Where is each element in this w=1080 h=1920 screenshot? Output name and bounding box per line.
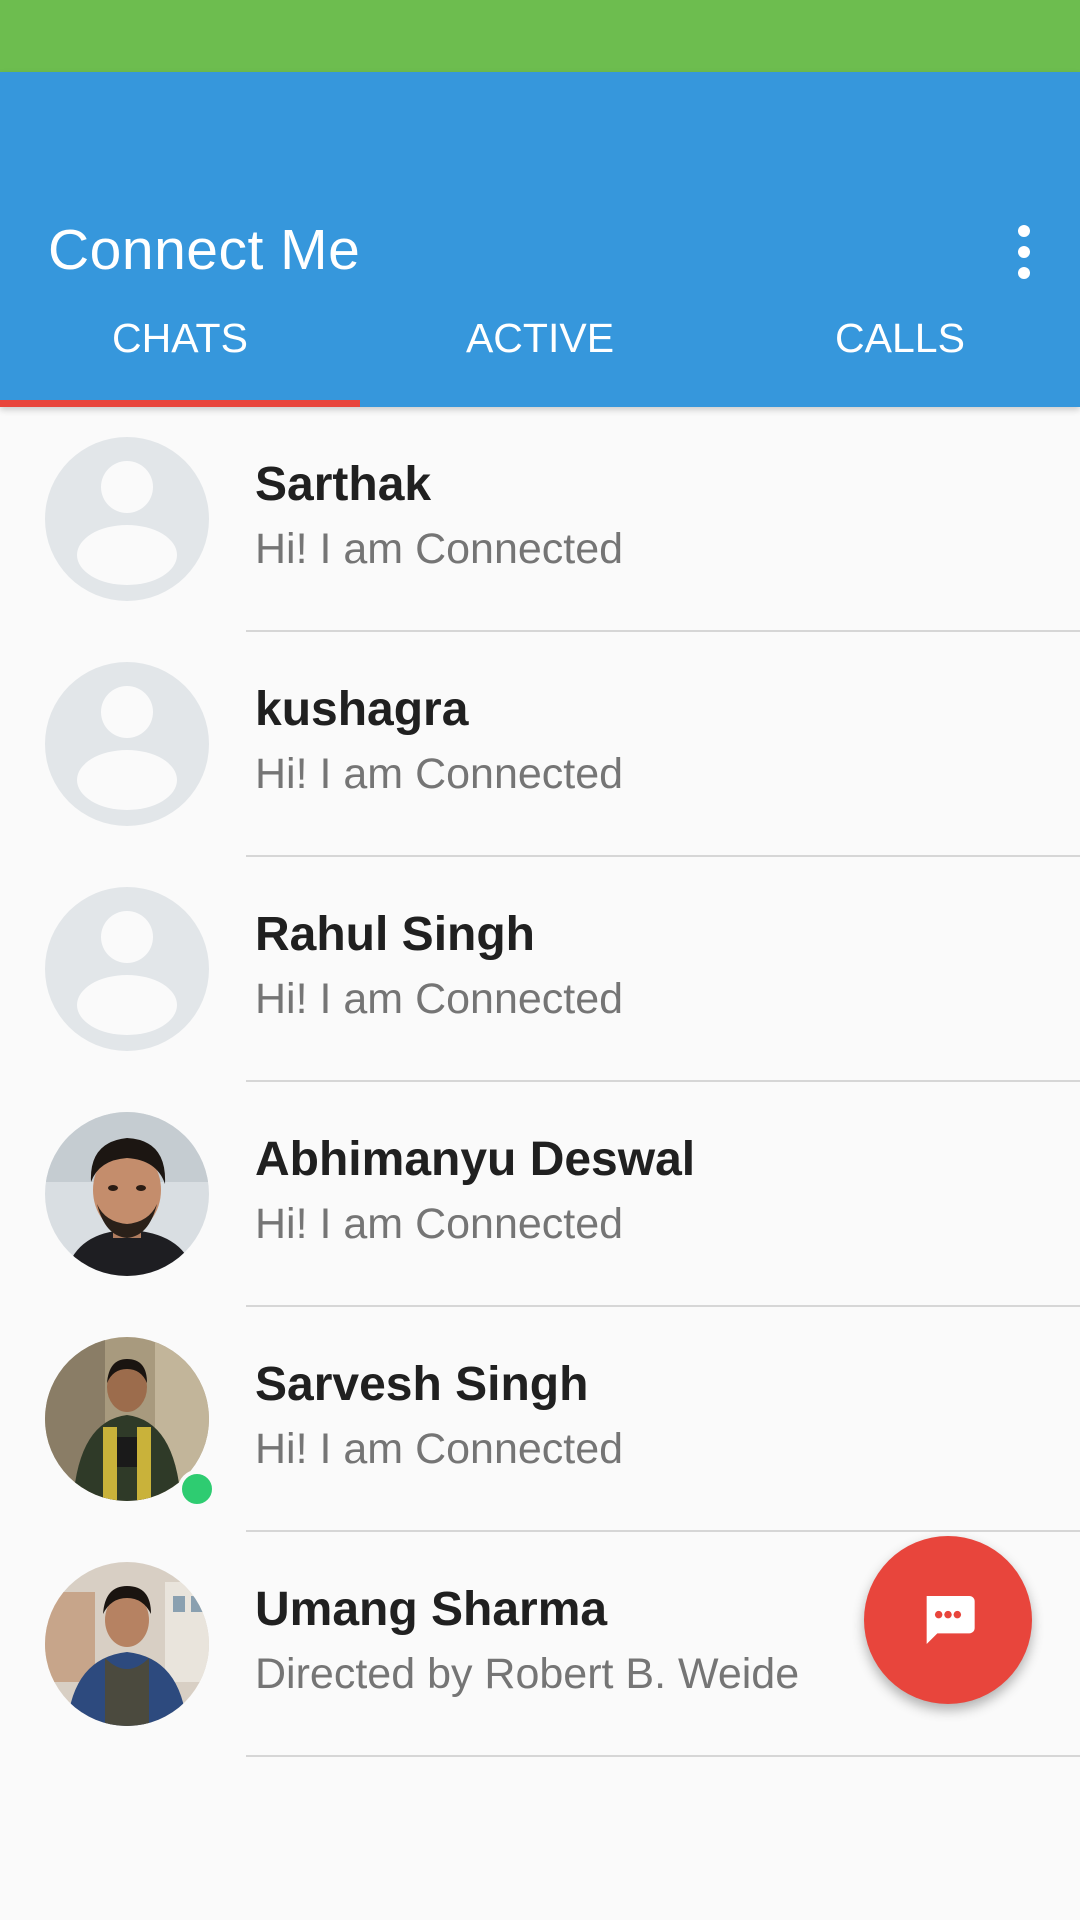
contact-name: Abhimanyu Deswal xyxy=(255,1133,696,1186)
profile-photo xyxy=(45,1562,209,1726)
tab-active[interactable]: ACTIVE xyxy=(360,277,720,407)
divider xyxy=(246,1755,1080,1757)
contact-name: Sarthak xyxy=(255,458,432,511)
online-indicator xyxy=(178,1470,216,1508)
tab-chats[interactable]: CHATS xyxy=(0,277,360,407)
chat-bubble-icon xyxy=(926,1596,975,1644)
status-bar xyxy=(0,0,1080,72)
app-title: Connect Me xyxy=(48,218,361,282)
tab-calls[interactable]: CALLS xyxy=(720,277,1080,407)
contact-status: Hi! I am Connected xyxy=(255,1200,624,1248)
tab-bar: CHATS ACTIVE CALLS xyxy=(0,277,1080,407)
chat-list-item[interactable]: Rahul Singh Hi! I am Connected xyxy=(0,857,1080,1082)
contact-name: Umang Sharma xyxy=(255,1583,608,1636)
contact-name: Rahul Singh xyxy=(255,908,535,961)
profile-photo xyxy=(45,1337,216,1508)
default-avatar-icon xyxy=(45,662,209,826)
contact-name: Sarvesh Singh xyxy=(255,1358,589,1411)
chat-list-item[interactable]: kushagra Hi! I am Connected xyxy=(0,632,1080,857)
contact-status: Directed by Robert B. Weide xyxy=(255,1650,800,1698)
contact-status: Hi! I am Connected xyxy=(255,525,624,573)
default-avatar-icon xyxy=(45,887,209,1051)
profile-photo xyxy=(45,1112,209,1276)
new-chat-button[interactable] xyxy=(864,1536,1032,1704)
chat-list-item[interactable]: Sarvesh Singh Hi! I am Connected xyxy=(0,1307,1080,1532)
app-bar: Connect Me CHATS ACTIVE CALLS xyxy=(0,72,1080,407)
chat-list-item[interactable]: Abhimanyu Deswal Hi! I am Connected xyxy=(0,1082,1080,1307)
contact-status: Hi! I am Connected xyxy=(255,1425,624,1473)
contact-status: Hi! I am Connected xyxy=(255,750,624,798)
contact-status: Hi! I am Connected xyxy=(255,975,624,1023)
contact-name: kushagra xyxy=(255,683,469,736)
default-avatar-icon xyxy=(45,437,209,601)
chat-list-item[interactable]: Sarthak Hi! I am Connected xyxy=(0,407,1080,632)
